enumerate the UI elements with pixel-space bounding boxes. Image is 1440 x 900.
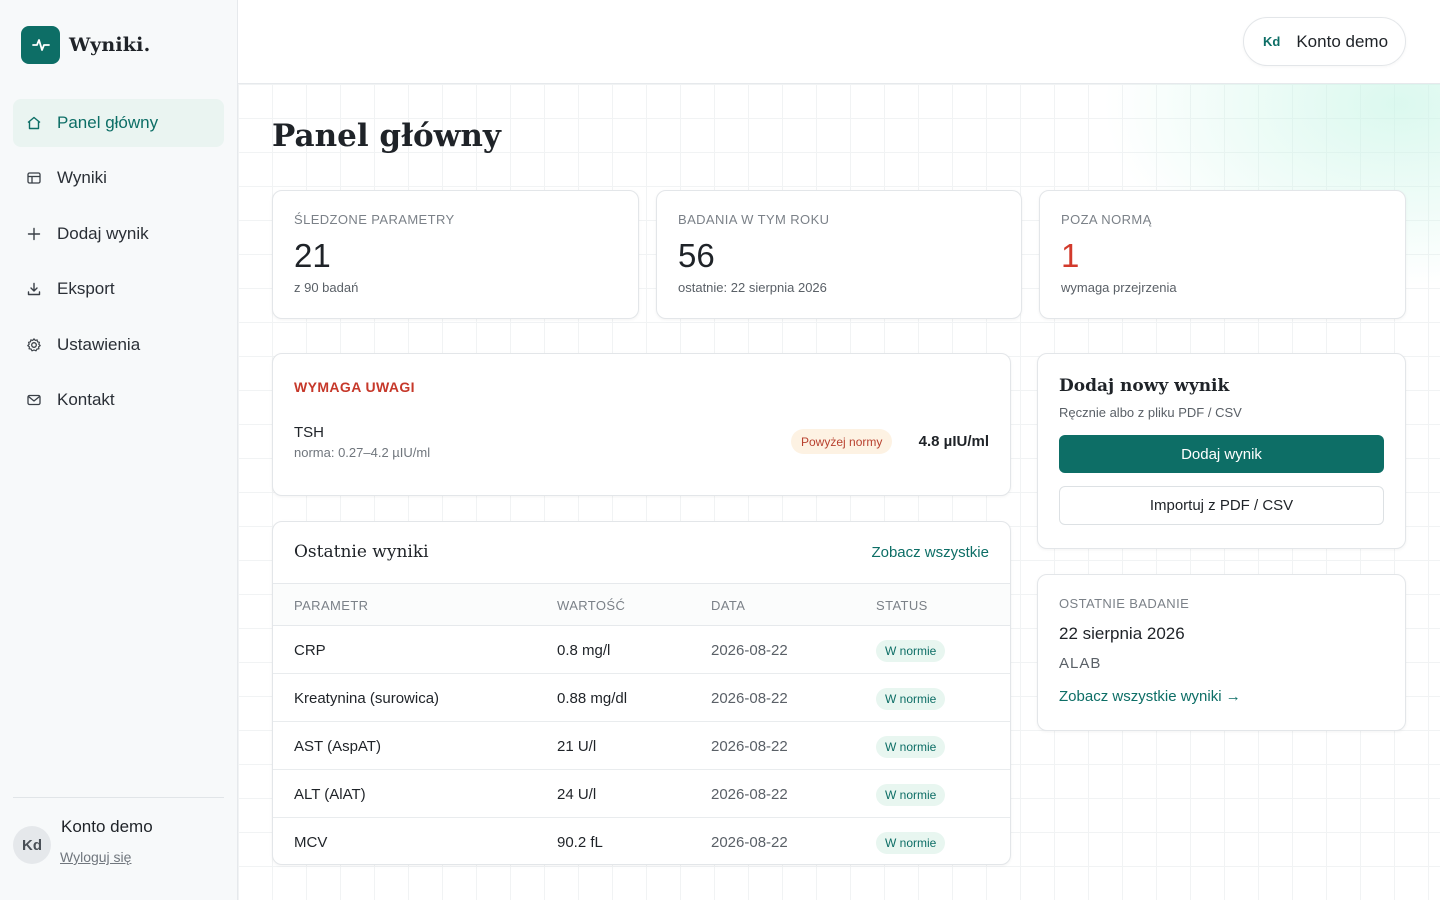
sidebar-item-panel-glowny[interactable]: Panel główny bbox=[13, 99, 224, 147]
status-badge: W normie bbox=[876, 688, 946, 710]
sidebar-divider bbox=[13, 797, 224, 798]
pulse-icon bbox=[21, 26, 60, 64]
cell-parameter: Kreatynina (surowica) bbox=[294, 690, 440, 707]
cell-value: 21 U/l bbox=[557, 738, 597, 755]
column-header[interactable]: Data bbox=[711, 598, 745, 613]
stat-value: 21 bbox=[294, 237, 331, 274]
status-badge-above-norm: Powyżej normy bbox=[791, 429, 893, 454]
last-exam-card: Ostatnie badanie 22 sierpnia 2026 ALAB Z… bbox=[1037, 574, 1406, 731]
table-header: Parametr Wartość Data Status bbox=[273, 583, 1010, 626]
table-icon bbox=[25, 169, 43, 187]
recent-results-title: Ostatnie wyniki bbox=[294, 542, 429, 562]
cell-value: 0.88 mg/dl bbox=[557, 690, 628, 707]
sidebar-item-dodaj-wynik[interactable]: Dodaj wynik bbox=[13, 210, 224, 258]
stat-subtext: ostatnie: 22 sierpnia 2026 bbox=[678, 280, 827, 295]
table-row[interactable]: MCV 90.2 fL 2026-08-22 W normie bbox=[273, 818, 1010, 864]
cell-parameter: ALT (AlAT) bbox=[294, 786, 366, 803]
account-name: Konto demo bbox=[1296, 31, 1389, 51]
sidebar-item-label: Dodaj wynik bbox=[57, 223, 149, 243]
attention-title: WYMAGA UWAGI bbox=[294, 379, 415, 395]
status-badge: W normie bbox=[876, 736, 946, 758]
sidebar-item-eksport[interactable]: Eksport bbox=[13, 265, 224, 313]
import-file-button[interactable]: Importuj z PDF / CSV bbox=[1059, 486, 1384, 525]
column-header[interactable]: Wartość bbox=[557, 598, 625, 613]
stat-label: Śledzone parametry bbox=[294, 212, 455, 227]
avatar: Kd bbox=[13, 826, 51, 864]
user-name: Konto demo bbox=[61, 817, 153, 836]
table-row[interactable]: CRP 0.8 mg/l 2026-08-22 W normie bbox=[273, 626, 1010, 674]
attention-parameter: TSH bbox=[294, 424, 324, 441]
stat-subtext: wymaga przejrzenia bbox=[1061, 280, 1177, 295]
column-header[interactable]: Parametr bbox=[294, 598, 368, 613]
add-result-card: Dodaj nowy wynik Ręcznie albo z pliku PD… bbox=[1037, 353, 1406, 549]
cell-parameter: AST (AspAT) bbox=[294, 738, 381, 755]
stat-value: 56 bbox=[678, 237, 715, 274]
stat-card-out-of-range: Poza normą 1 wymaga przejrzenia bbox=[1039, 190, 1406, 319]
account-menu-button[interactable]: Kd Konto demo bbox=[1243, 17, 1406, 66]
sidebar-item-wyniki[interactable]: Wyniki bbox=[13, 154, 224, 202]
sidebar: Wyniki. Panel główny Wyniki Dodaj wynik … bbox=[0, 0, 238, 900]
table-row[interactable]: AST (AspAT) 21 U/l 2026-08-22 W normie bbox=[273, 722, 1010, 770]
status-badge: W normie bbox=[876, 784, 946, 806]
status-badge: W normie bbox=[876, 832, 946, 854]
table-row[interactable]: Kreatynina (surowica) 0.88 mg/dl 2026-08… bbox=[273, 674, 1010, 722]
cell-date: 2026-08-22 bbox=[711, 738, 788, 755]
stat-value: 1 bbox=[1061, 237, 1080, 274]
attention-value: 4.8 µIU/ml bbox=[918, 433, 989, 450]
sidebar-item-kontakt[interactable]: Kontakt bbox=[13, 376, 224, 424]
account-avatar: Kd bbox=[1263, 34, 1281, 49]
add-result-subtitle: Ręcznie albo z pliku PDF / CSV bbox=[1059, 405, 1242, 420]
brand[interactable]: Wyniki. bbox=[21, 26, 150, 64]
cell-value: 90.2 fL bbox=[557, 834, 603, 851]
cell-value: 0.8 mg/l bbox=[557, 642, 611, 659]
attention-norm: norma: 0.27–4.2 µIU/ml bbox=[294, 445, 431, 460]
sidebar-item-label: Ustawienia bbox=[57, 334, 141, 354]
cell-date: 2026-08-22 bbox=[711, 690, 788, 707]
stat-card-this-year: Badania w tym roku 56 ostatnie: 22 sierp… bbox=[656, 190, 1022, 319]
plus-icon bbox=[25, 225, 43, 243]
add-result-button[interactable]: Dodaj wynik bbox=[1059, 435, 1384, 473]
column-header[interactable]: Status bbox=[876, 598, 928, 613]
gear-icon bbox=[25, 336, 43, 354]
sidebar-nav: Panel główny Wyniki Dodaj wynik Eksport … bbox=[13, 99, 224, 431]
recent-results-card: Ostatnie wyniki Zobacz wszystkie Paramet… bbox=[272, 521, 1011, 865]
table-row[interactable]: ALT (AlAT) 24 U/l 2026-08-22 W normie bbox=[273, 770, 1010, 818]
main-content: Panel główny Śledzone parametry 21 z 90 … bbox=[238, 84, 1440, 900]
cell-date: 2026-08-22 bbox=[711, 786, 788, 803]
mail-icon bbox=[25, 391, 43, 409]
sidebar-item-label: Wyniki bbox=[57, 168, 107, 188]
cell-date: 2026-08-22 bbox=[711, 834, 788, 851]
sidebar-item-label: Kontakt bbox=[57, 389, 115, 409]
logout-link[interactable]: Wyloguj się bbox=[60, 849, 131, 865]
cell-value: 24 U/l bbox=[557, 786, 597, 803]
cell-parameter: CRP bbox=[294, 642, 326, 659]
all-results-link[interactable]: Zobacz wszystkie wyniki → bbox=[1059, 688, 1241, 705]
add-result-title: Dodaj nowy wynik bbox=[1059, 376, 1230, 396]
last-exam-label: Ostatnie badanie bbox=[1059, 596, 1190, 611]
last-exam-lab: ALAB bbox=[1059, 655, 1102, 672]
sidebar-item-label: Eksport bbox=[57, 279, 115, 299]
cell-date: 2026-08-22 bbox=[711, 642, 788, 659]
see-all-link[interactable]: Zobacz wszystkie bbox=[871, 544, 989, 561]
status-badge: W normie bbox=[876, 640, 946, 662]
attention-card: WYMAGA UWAGI TSH norma: 0.27–4.2 µIU/ml … bbox=[272, 353, 1011, 496]
stat-subtext: z 90 badań bbox=[294, 280, 359, 295]
sidebar-item-label: Panel główny bbox=[57, 113, 159, 132]
sidebar-item-ustawienia[interactable]: Ustawienia bbox=[13, 321, 224, 369]
brand-name: Wyniki. bbox=[69, 34, 151, 56]
stat-label: Poza normą bbox=[1061, 212, 1152, 227]
home-icon bbox=[25, 114, 43, 132]
download-icon bbox=[25, 280, 43, 298]
page-title: Panel główny bbox=[272, 118, 501, 154]
cell-parameter: MCV bbox=[294, 834, 328, 851]
last-exam-date: 22 sierpnia 2026 bbox=[1059, 624, 1185, 643]
topbar: Kd Konto demo bbox=[238, 0, 1440, 84]
stat-label: Badania w tym roku bbox=[678, 212, 830, 227]
stat-card-tracked: Śledzone parametry 21 z 90 badań bbox=[272, 190, 639, 319]
